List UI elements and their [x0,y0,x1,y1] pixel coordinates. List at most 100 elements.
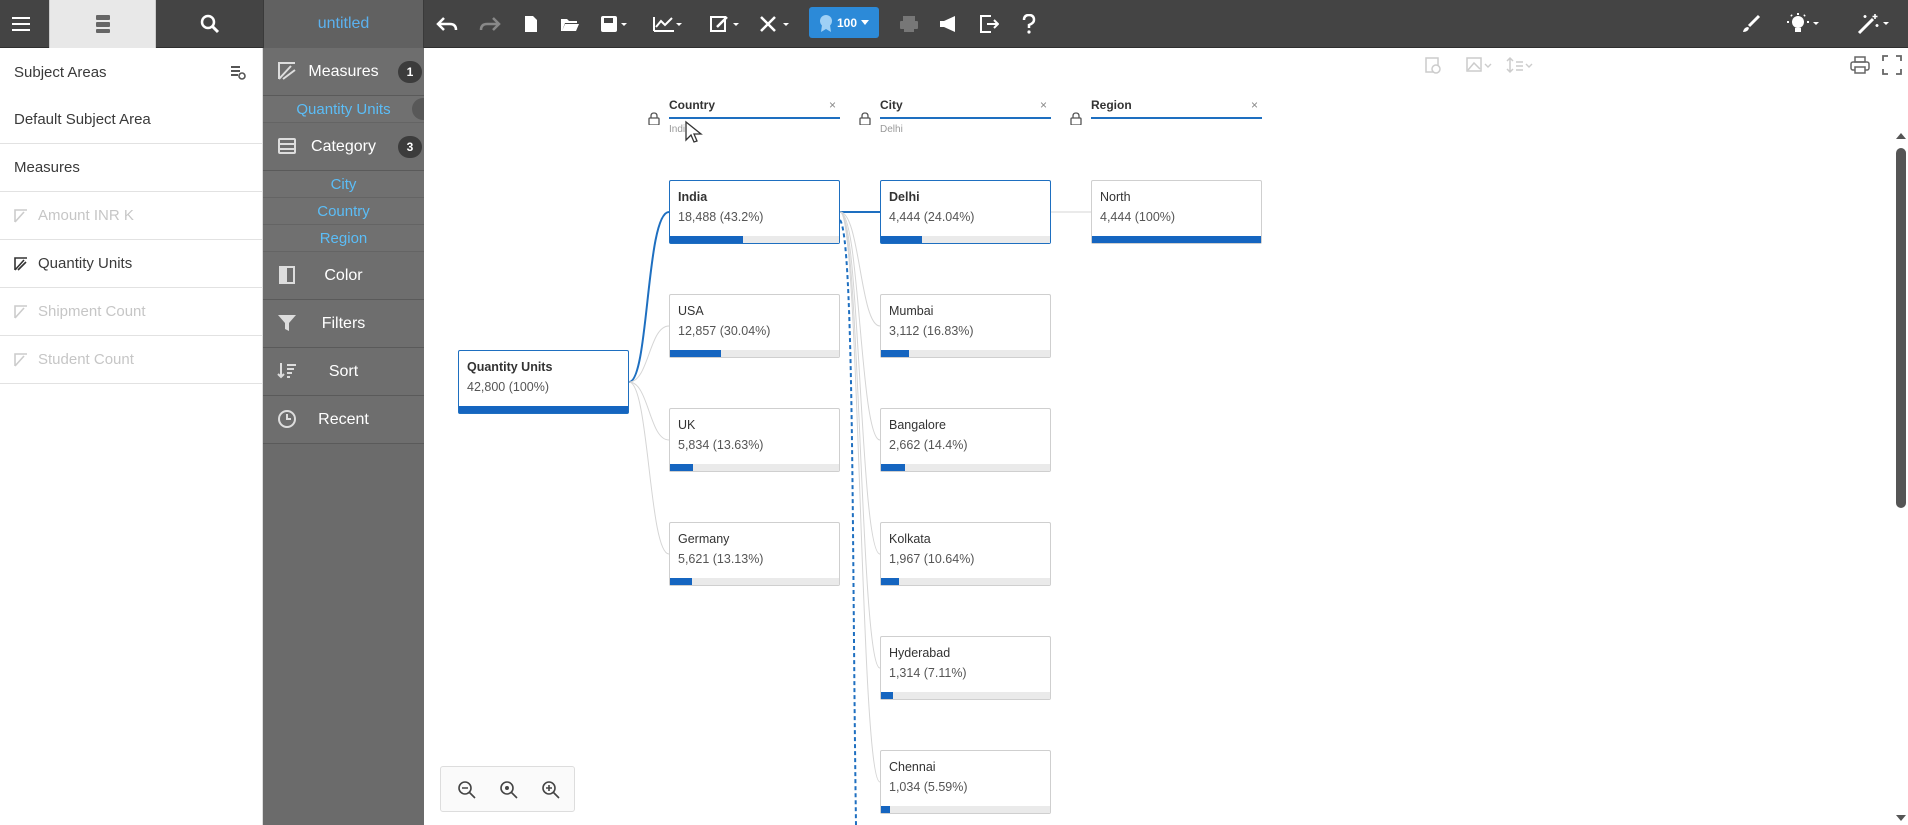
tree-node-city[interactable]: Kolkata 1,967 (10.64%) [880,522,1051,586]
node-value: 1,034 (5.59%) [889,780,968,794]
redo-button[interactable] [473,0,507,48]
node-bar [881,692,894,699]
measure-item-shipment-count[interactable]: Shipment Count [0,288,262,336]
shelf-pill-country[interactable]: Country [263,198,424,225]
insights-button[interactable] [1782,0,1826,48]
tree-node-city[interactable]: Mumbai 3,112 (16.83%) [880,294,1051,358]
tree-node-root[interactable]: Quantity Units 42,800 (100%) [458,350,629,414]
zoom-out-icon[interactable] [457,780,477,800]
measures-shelf[interactable]: Measures 1 [263,48,424,96]
zoom-in-icon[interactable] [541,780,561,800]
shelf-pill-city[interactable]: City [263,171,424,198]
subject-area-default[interactable]: Default Subject Area [0,96,262,144]
node-value: 5,621 (13.13%) [678,552,764,566]
tree-node-country[interactable]: UK 5,834 (13.63%) [669,408,840,472]
tree-node-country[interactable]: USA 12,857 (30.04%) [669,294,840,358]
shelf-pill-region[interactable]: Region [263,225,424,252]
report-title[interactable]: untitled [263,0,424,48]
hamburger-icon [12,17,30,31]
score-value: 100 [836,15,858,30]
shelf-pill-label: Quantity Units [296,100,391,118]
node-label: Quantity Units [467,360,553,374]
subject-settings-icon[interactable] [230,64,246,80]
scroll-down-icon[interactable] [1896,814,1906,822]
node-label: Hyderabad [889,646,951,660]
measure-icon [14,352,27,367]
node-bar-track [670,464,839,471]
measure-icon [14,208,27,223]
node-bar-track [881,578,1050,585]
shelf-pill-label: Country [317,202,370,220]
broadcast-button[interactable] [934,0,964,48]
node-value: 3,112 (16.83%) [889,324,974,338]
node-label: India [678,190,708,204]
node-value: 1,314 (7.11%) [889,666,967,680]
scroll-up-icon[interactable] [1896,132,1906,140]
menu-button[interactable] [0,0,42,48]
undo-button[interactable] [430,0,464,48]
node-bar-track [881,806,1050,813]
node-bar [670,464,694,471]
vertical-scrollbar[interactable] [1894,88,1908,825]
measure-item-student-count[interactable]: Student Count [0,336,262,384]
node-bar-track [881,464,1050,471]
sort-shelf[interactable]: Sort [263,348,424,396]
measure-item-amount-inr-k[interactable]: Amount INR K [0,192,262,240]
shelf-pill-quantity-units[interactable]: Quantity Units [263,96,448,123]
subject-areas-title: Subject Areas [14,63,107,81]
measures-group[interactable]: Measures [0,144,262,192]
node-bar-track [670,578,839,585]
subject-areas-header: Subject Areas [0,48,262,96]
paintbrush-icon [1743,14,1761,32]
open-button[interactable] [554,0,586,48]
measure-item-label: Shipment Count [38,303,146,320]
score-button[interactable]: 100 [809,7,879,38]
node-label: Germany [678,532,730,546]
node-label: Delhi [889,190,920,204]
chart-type-icon [653,17,682,32]
node-value: 4,444 (100%) [1100,210,1176,224]
tools-button[interactable] [754,0,796,48]
format-button[interactable] [705,0,745,48]
shelf-pill-label: Region [319,229,368,247]
tree-node-city[interactable]: Chennai 1,034 (5.59%) [880,750,1051,814]
tree-node-country[interactable]: India 18,488 (43.2%) [669,180,840,244]
scrollbar-thumb[interactable] [1896,148,1906,508]
category-shelf[interactable]: Category 3 [263,123,424,171]
node-label: Bangalore [889,418,946,432]
node-value: 42,800 (100%) [467,380,550,394]
recent-shelf[interactable]: Recent [263,396,424,444]
new-button[interactable] [516,0,546,48]
tree-connectors [628,211,1091,825]
folder-open-icon [561,19,579,31]
node-value: 4,444 (24.04%) [889,210,975,224]
tree-node-country[interactable]: Germany 5,621 (13.13%) [669,522,840,586]
search-button[interactable] [156,0,263,48]
chart-type-button[interactable] [648,0,688,48]
printer-icon [900,16,918,32]
tree-node-city[interactable]: Hyderabad 1,314 (7.11%) [880,636,1051,700]
filters-shelf[interactable]: Filters [263,300,424,348]
node-label: USA [678,304,704,318]
subject-area-label: Default Subject Area [14,111,151,128]
tree-node-city[interactable]: Delhi 4,444 (24.04%) [880,180,1051,244]
tree-node-region[interactable]: North 4,444 (100%) [1091,180,1262,244]
node-bar [881,350,910,357]
help-button[interactable] [1014,0,1044,48]
data-tab[interactable] [49,0,156,48]
measure-icon [14,304,27,319]
help-icon [1022,14,1036,34]
measure-item-label: Amount INR K [38,207,134,224]
save-button[interactable] [594,0,634,48]
subject-area-pane: Subject Areas Default Subject Area Measu… [0,48,263,825]
tree-node-city[interactable]: Bangalore 2,662 (14.4%) [880,408,1051,472]
measure-item-quantity-units[interactable]: Quantity Units [0,240,262,288]
print-disabled-button[interactable] [894,0,924,48]
magic-wand-button[interactable] [1852,0,1896,48]
tools-icon [760,16,789,32]
export-button[interactable] [974,0,1004,48]
color-shelf[interactable]: Color [263,252,424,300]
brush-button[interactable] [1734,0,1768,48]
node-value: 1,967 (10.64%) [889,552,975,566]
zoom-reset-icon[interactable] [499,780,519,800]
